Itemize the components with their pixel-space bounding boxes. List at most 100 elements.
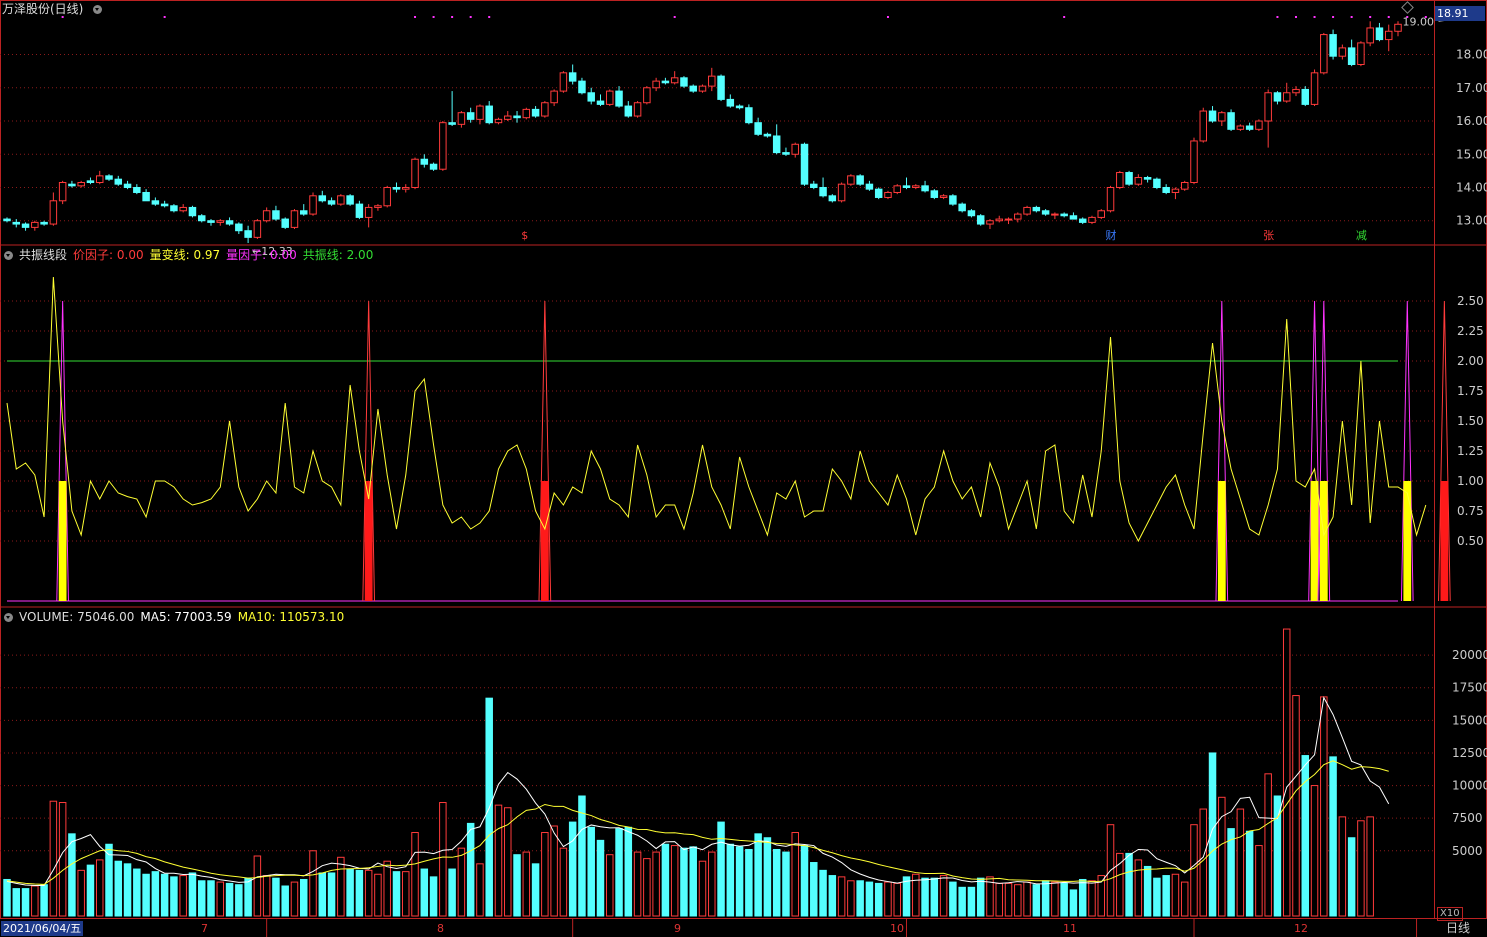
candle-body xyxy=(698,85,707,92)
chart-frame xyxy=(0,0,1487,919)
candle-body xyxy=(1366,27,1374,44)
volume-bar xyxy=(995,882,1003,917)
volume-bar xyxy=(40,884,48,917)
candle-body xyxy=(476,105,484,120)
volume-bar xyxy=(188,872,197,917)
indicator-tick-label: 1.75 xyxy=(1457,384,1484,398)
indicator-tick-label: 2.00 xyxy=(1457,354,1484,368)
candle-body xyxy=(40,221,48,225)
volume-bar xyxy=(874,882,883,917)
candle-body xyxy=(1134,177,1143,185)
volume-bar xyxy=(717,821,725,917)
event-dot xyxy=(1369,16,1372,18)
volume-bar xyxy=(522,851,531,917)
volume-bar xyxy=(847,880,855,917)
candle-body xyxy=(708,75,716,87)
candle-body xyxy=(568,72,577,82)
volume-bar xyxy=(596,839,605,917)
candle-body xyxy=(837,183,846,202)
candle-body xyxy=(1273,92,1282,102)
volume-bar xyxy=(1088,880,1096,917)
candle-body xyxy=(1097,210,1105,218)
candle-body xyxy=(1357,42,1365,66)
candle-body xyxy=(290,210,299,228)
candle-body xyxy=(726,98,735,107)
indicator-tick-label: 2.25 xyxy=(1457,324,1484,338)
volume-bar xyxy=(420,868,429,917)
candle-body xyxy=(207,220,215,223)
candle-body xyxy=(337,195,345,205)
volume-bar xyxy=(1125,852,1133,917)
volume-bar xyxy=(624,826,633,917)
volume-bar xyxy=(439,802,447,917)
candle-body xyxy=(791,143,799,155)
candle-body xyxy=(1004,218,1013,221)
volume-bar xyxy=(1041,880,1050,917)
volume-bar xyxy=(58,802,67,917)
volume-tick-label: 7500 xyxy=(1452,811,1483,825)
period-label[interactable]: 日线 xyxy=(1446,921,1470,936)
event-dot xyxy=(886,16,889,18)
indicator-tick-label: 1.50 xyxy=(1457,414,1484,428)
candle-body xyxy=(420,158,429,165)
volume-bar xyxy=(1051,881,1059,917)
volume-bar xyxy=(661,843,670,917)
stock-chart-canvas[interactable]: 18.0017.0016.0015.0014.0013.0019.00←12.3… xyxy=(0,0,1487,937)
candle-body xyxy=(828,195,837,202)
panel-menu-icon[interactable] xyxy=(93,4,103,14)
price-tick-label: 13.00 xyxy=(1456,214,1487,228)
param-volume-factor: 量因子: 0.00 xyxy=(226,248,297,262)
candle-body xyxy=(1375,27,1384,41)
candle-body xyxy=(689,85,697,92)
candle-body xyxy=(170,205,178,212)
volume-bar xyxy=(179,875,187,917)
candle-body xyxy=(392,186,401,190)
resonance-bar xyxy=(1403,481,1412,601)
candle-body xyxy=(68,183,76,187)
volume-bar xyxy=(346,868,354,917)
candle-body xyxy=(1255,120,1263,130)
candle-body xyxy=(902,185,911,188)
indicator-tick-label: 0.75 xyxy=(1457,504,1484,518)
volume-menu-icon[interactable] xyxy=(4,612,13,622)
volume-tick-label: 20000 xyxy=(1452,648,1487,662)
event-dot xyxy=(1332,16,1335,18)
volume-bar xyxy=(1004,882,1013,917)
ma10-value: MA10: 110573.10 xyxy=(237,610,345,624)
indicator-menu-icon[interactable] xyxy=(4,250,13,260)
candle-body xyxy=(624,105,633,117)
event-marker: 张 xyxy=(1263,229,1274,242)
volume-bar xyxy=(1236,808,1245,917)
candle-body xyxy=(541,102,549,117)
price-tick-label: 16.00 xyxy=(1456,114,1487,128)
indicator-tick-label: 2.50 xyxy=(1457,294,1484,308)
volume-bar xyxy=(1310,785,1319,917)
indicator-tick-label: 0.50 xyxy=(1457,534,1484,548)
candle-body xyxy=(235,223,243,232)
volume-bar xyxy=(1190,824,1198,917)
candle-body xyxy=(1347,47,1356,66)
scale-tag[interactable]: X10 xyxy=(1437,907,1463,921)
candle-body xyxy=(976,215,985,225)
volume-bar xyxy=(1255,845,1263,917)
volume-bar xyxy=(689,846,697,917)
volume-bar xyxy=(1292,695,1300,917)
candle-body xyxy=(531,108,540,117)
candle-body xyxy=(58,182,67,202)
volume-tick-label: 5000 xyxy=(1452,844,1483,858)
volume-bar xyxy=(318,872,327,917)
volume-bar xyxy=(976,877,985,917)
candle-body xyxy=(1032,206,1041,212)
candle-body xyxy=(754,122,762,135)
candle-body xyxy=(188,206,197,217)
event-dot xyxy=(1063,16,1066,18)
price-panel-header: 万泽股份(日线) xyxy=(0,0,108,18)
candle-body xyxy=(856,175,864,185)
volume-bar xyxy=(160,873,169,917)
resonance-bar xyxy=(540,481,549,601)
event-dot xyxy=(432,16,435,18)
volume-bar xyxy=(1264,773,1272,917)
event-dot xyxy=(451,16,454,18)
candle-body xyxy=(800,143,809,185)
stock-title: 万泽股份(日线) xyxy=(2,2,84,16)
